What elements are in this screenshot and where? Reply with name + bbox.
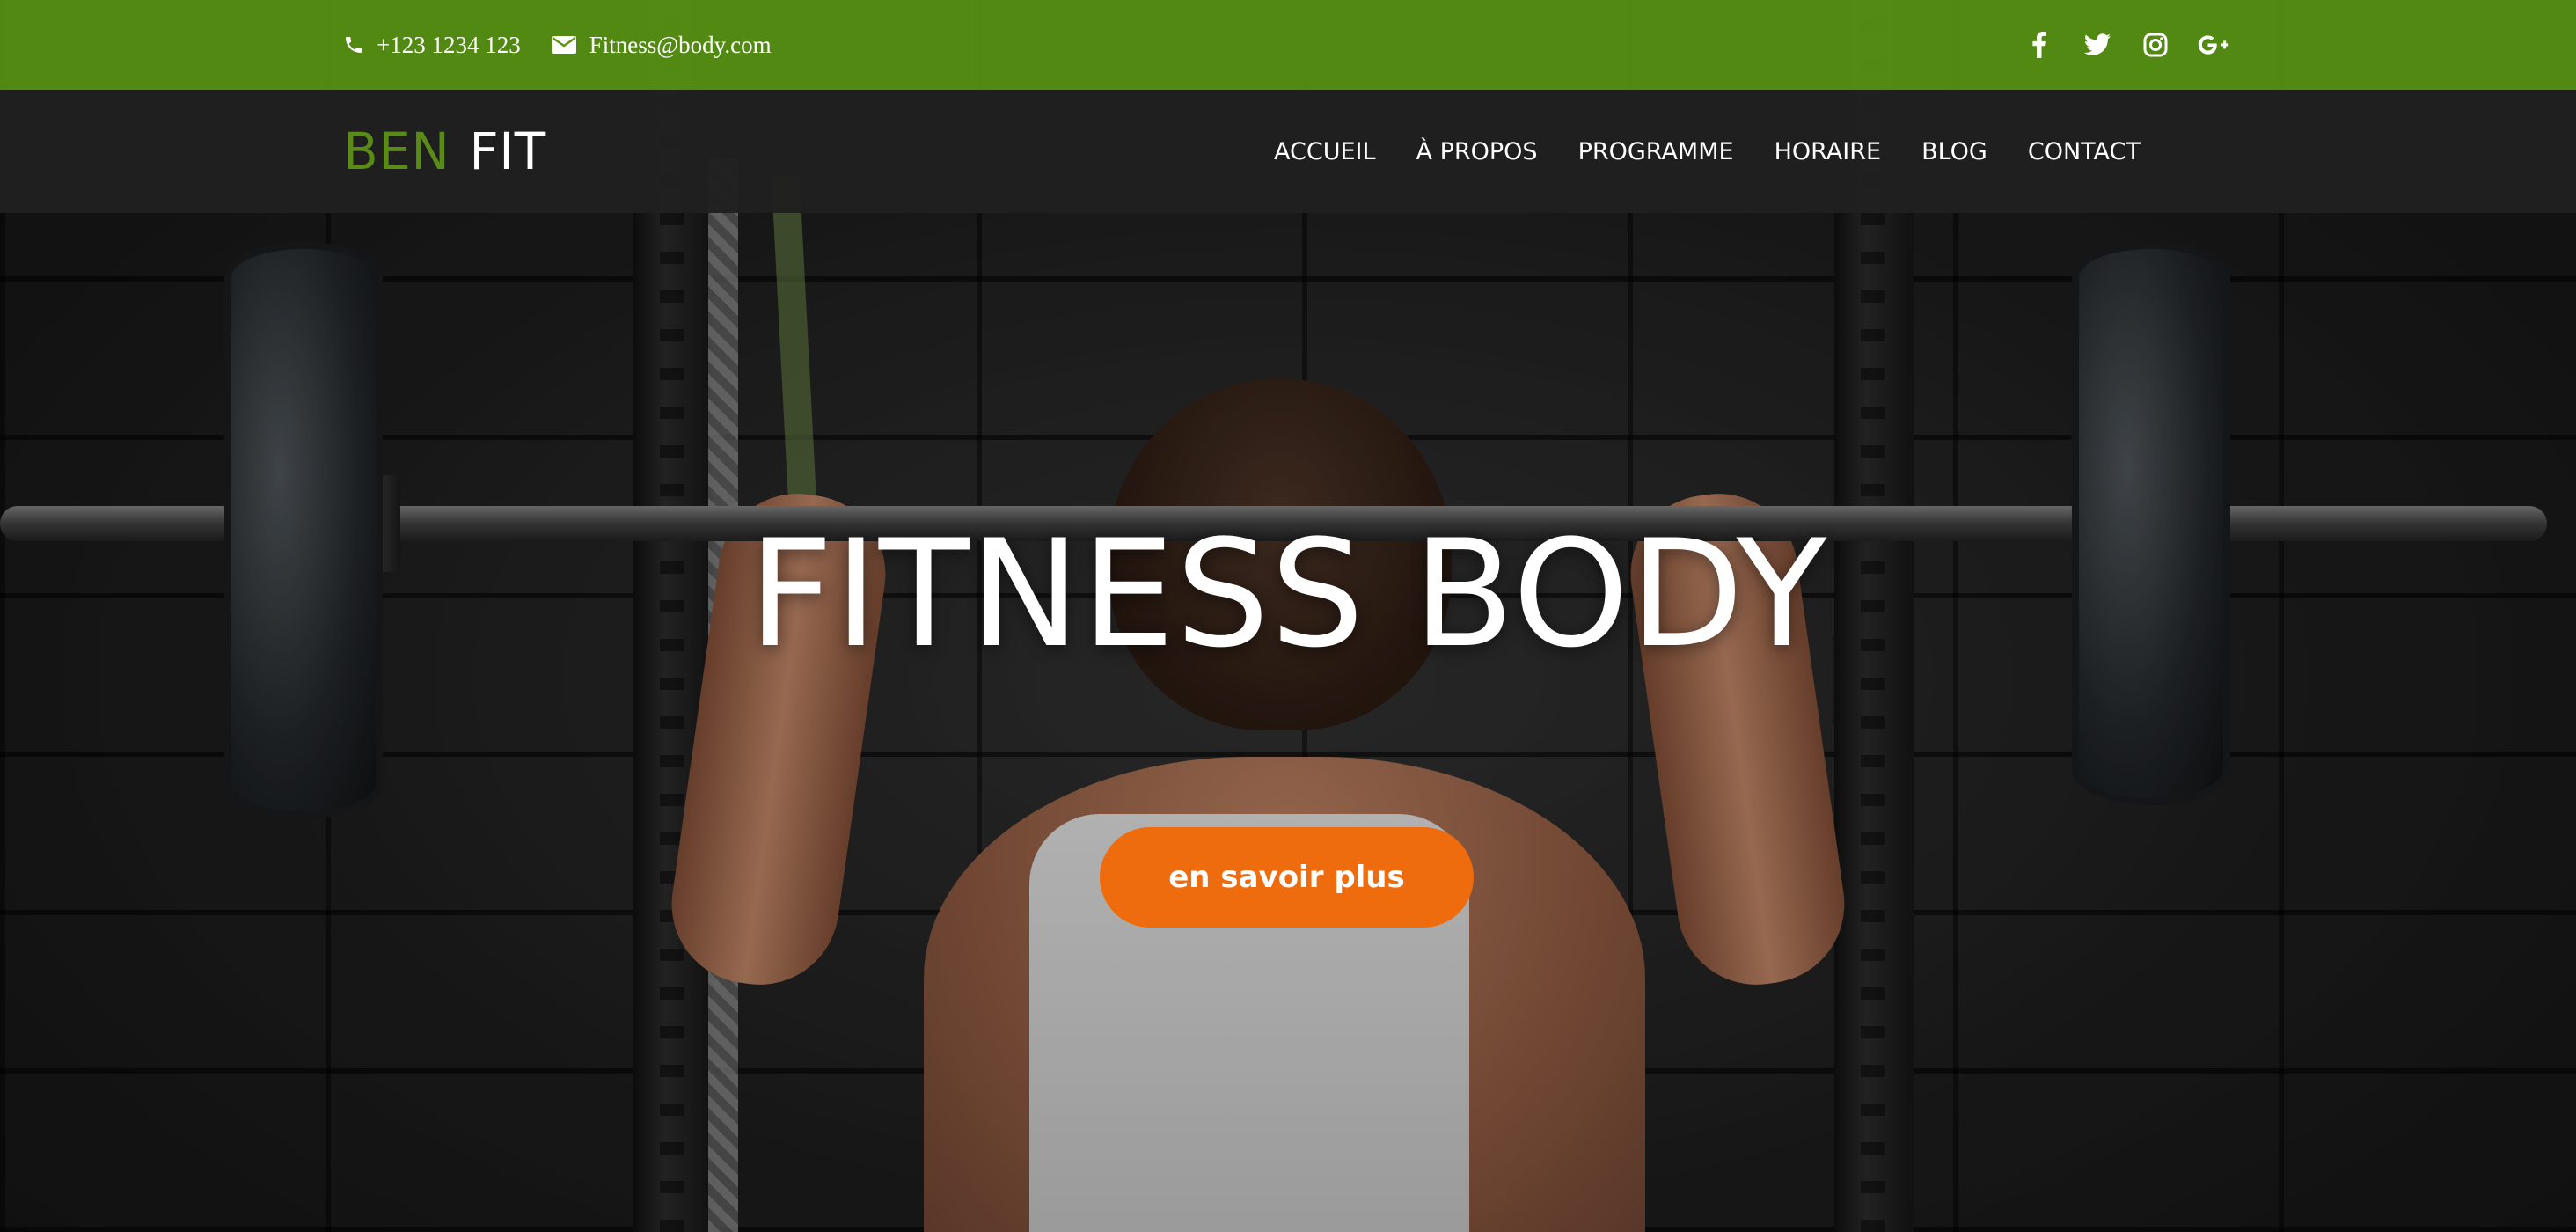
- phone-icon: [343, 34, 364, 55]
- nav-item-contact[interactable]: CONTACT: [2028, 138, 2141, 165]
- page: +123 1234 123 Fitness@body.com BEN FIT A…: [0, 0, 2576, 1232]
- social-links: [2023, 0, 2229, 90]
- phone-number: +123 1234 123: [377, 31, 521, 58]
- logo-text-fit: FIT: [469, 121, 546, 181]
- facebook-icon[interactable]: [2023, 29, 2055, 61]
- nav-item-horaire[interactable]: HORAIRE: [1775, 138, 1881, 165]
- nav-menu: ACCUEIL À PROPOS PROGRAMME HORAIRE BLOG …: [1274, 90, 2141, 213]
- nav-item-blog[interactable]: BLOG: [1921, 138, 1987, 165]
- email-contact[interactable]: Fitness@body.com: [551, 32, 772, 59]
- nav-item-accueil[interactable]: ACCUEIL: [1274, 138, 1376, 165]
- email-address: Fitness@body.com: [589, 31, 772, 58]
- contact-info: +123 1234 123 Fitness@body.com: [343, 0, 772, 90]
- main-navbar: BEN FIT ACCUEIL À PROPOS PROGRAMME HORAI…: [0, 90, 2576, 213]
- instagram-icon[interactable]: [2140, 29, 2171, 61]
- top-contact-bar: +123 1234 123 Fitness@body.com: [0, 0, 2576, 90]
- google-plus-icon[interactable]: [2198, 29, 2229, 61]
- nav-item-a-propos[interactable]: À PROPOS: [1416, 138, 1538, 165]
- phone-contact[interactable]: +123 1234 123: [343, 32, 521, 59]
- logo-text-ben: BEN: [343, 121, 450, 181]
- site-logo[interactable]: BEN FIT: [343, 90, 546, 213]
- hero-title: FITNESS BODY: [748, 508, 1828, 680]
- twitter-icon[interactable]: [2082, 29, 2113, 61]
- nav-item-programme[interactable]: PROGRAMME: [1578, 138, 1734, 165]
- learn-more-button[interactable]: en savoir plus: [1100, 827, 1474, 928]
- envelope-icon: [551, 34, 577, 55]
